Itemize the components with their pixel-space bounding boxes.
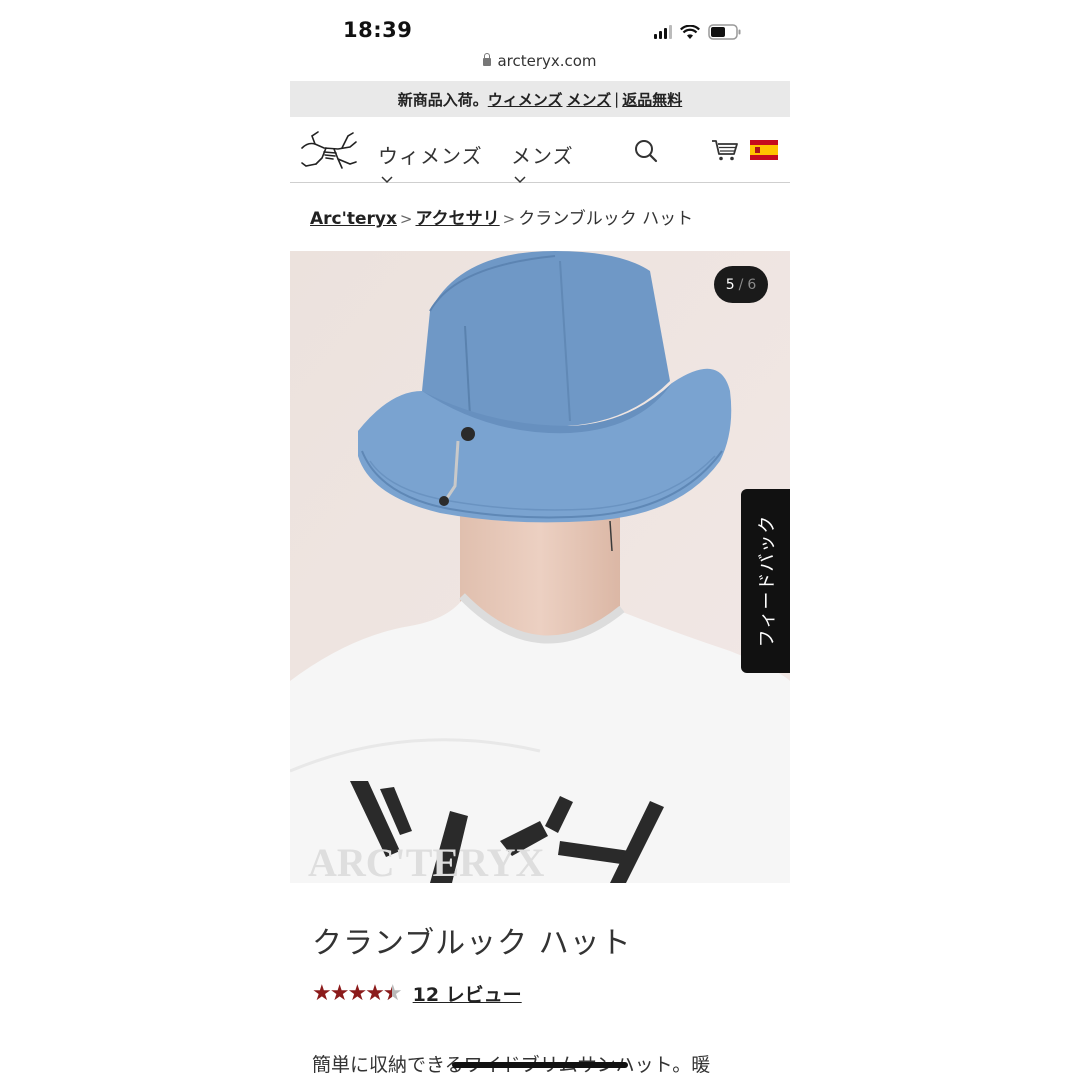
chevron-right-icon: > — [399, 210, 413, 228]
search-icon[interactable] — [633, 138, 659, 164]
product-image[interactable]: ARC'TERYX 5 / 6 フィードバック — [290, 251, 790, 883]
nav-item-mens[interactable]: メンズ — [511, 140, 574, 169]
wifi-icon — [680, 24, 700, 40]
cart-icon[interactable] — [711, 138, 739, 162]
breadcrumb-home[interactable]: Arc'teryx — [310, 209, 397, 229]
chevron-down-icon[interactable] — [381, 176, 393, 184]
breadcrumb-accessories[interactable]: アクセサリ — [416, 209, 500, 229]
promo-prefix: 新商品入荷。 — [397, 90, 488, 109]
feedback-tab[interactable]: フィードバック — [741, 489, 790, 673]
promo-free-returns-link[interactable]: 返品無料 — [622, 89, 682, 110]
product-title: クランブルック ハット — [312, 926, 632, 961]
breadcrumb-current: クランブルック ハット — [518, 209, 694, 229]
star-rating-icon[interactable]: ★★★★★ — [312, 981, 403, 1006]
product-photo: ARC'TERYX — [290, 251, 790, 883]
url-text: arcteryx.com — [497, 52, 597, 70]
chevron-right-icon: > — [502, 210, 516, 228]
spain-flag-icon[interactable] — [750, 140, 778, 160]
home-indicator[interactable] — [452, 1062, 628, 1068]
lock-icon — [483, 53, 492, 66]
gallery-separator: / — [738, 276, 744, 293]
arcteryx-logo[interactable] — [298, 128, 360, 172]
reviews-link[interactable]: 12 レビュー — [413, 980, 522, 1007]
breadcrumb: Arc'teryx > アクセサリ > クランブルック ハット — [310, 204, 693, 229]
cellular-signal-icon — [654, 25, 672, 39]
feedback-label: フィードバック — [756, 514, 778, 648]
status-time: 18:39 — [343, 18, 413, 42]
gallery-counter: 5 / 6 — [714, 266, 768, 303]
shirt-print: ARC'TERYX — [308, 840, 545, 883]
nav-item-womens[interactable]: ウィメンズ — [378, 140, 483, 169]
main-nav: ウィメンズ メンズ — [290, 118, 790, 184]
gallery-total: 6 — [747, 276, 757, 293]
product-rating: ★★★★★ 12 レビュー — [312, 980, 522, 1007]
url-bar[interactable]: arcteryx.com — [290, 52, 790, 70]
promo-womens-link[interactable]: ウィメンズ — [488, 89, 563, 110]
status-icons — [654, 22, 742, 42]
promo-banner: 新商品入荷。 ウィメンズ メンズ | 返品無料 — [290, 81, 790, 117]
battery-icon — [708, 24, 742, 40]
chevron-down-icon[interactable] — [514, 176, 526, 184]
promo-separator: | — [614, 90, 620, 108]
phone-screen: 18:39 arcteryx.com 新商品入荷。 ウィメンズ メンズ | 返品… — [290, 0, 790, 1080]
promo-mens-link[interactable]: メンズ — [566, 89, 611, 110]
gallery-current: 5 — [725, 276, 735, 293]
